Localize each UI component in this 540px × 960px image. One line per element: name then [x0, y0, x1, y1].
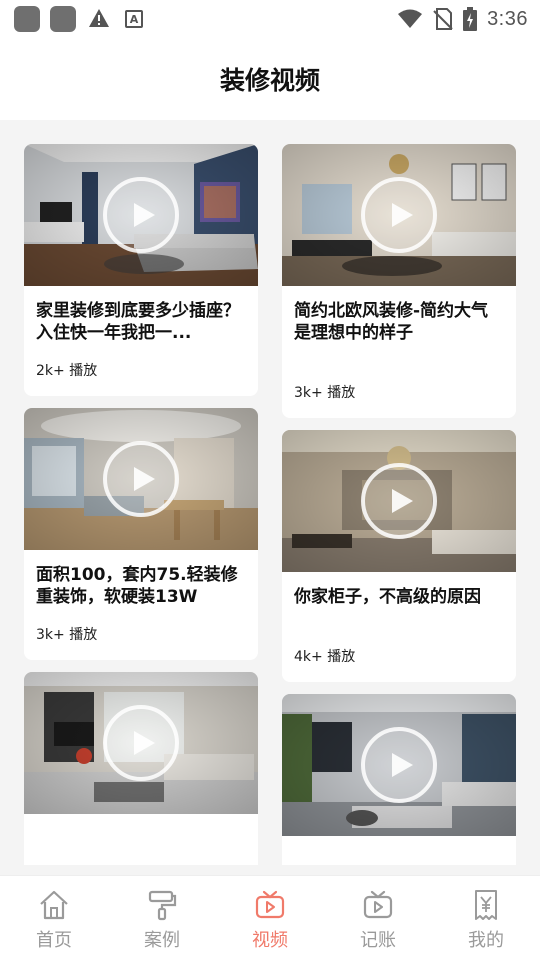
- video-card[interactable]: [24, 672, 258, 865]
- nav-label: 记账: [360, 930, 396, 951]
- notification-icon: [50, 6, 76, 32]
- nav-item-mine[interactable]: 我的: [432, 876, 540, 960]
- home-icon: [40, 890, 68, 920]
- play-icon[interactable]: [101, 703, 181, 783]
- wifi-icon: [398, 9, 423, 28]
- play-count: 4k+ 播放: [294, 649, 356, 665]
- video-card[interactable]: 简约北欧风装修-简约大气是理想中的样子 3k+ 播放: [282, 144, 516, 418]
- battery-charging-icon: [463, 7, 478, 31]
- video-card[interactable]: 面积100，套内75.轻装修重装饰，软硬装13W 3k+ 播放: [24, 408, 258, 660]
- nav-label: 视频: [252, 930, 288, 951]
- video-feed[interactable]: 家里装修到底要多少插座？入住快一年我把一... 2k+ 播放 面积100，套内7…: [0, 120, 540, 865]
- play-count: 3k+ 播放: [36, 627, 98, 643]
- nav-item-cases[interactable]: 案例: [108, 876, 216, 960]
- tv-play-icon: [363, 890, 393, 919]
- video-thumbnail[interactable]: [282, 430, 516, 572]
- status-bar: A 3:36: [0, 0, 540, 38]
- nav-label: 案例: [144, 930, 180, 951]
- video-thumbnail[interactable]: [24, 408, 258, 550]
- receipt-yen-icon: [475, 890, 497, 920]
- header: 装修视频: [0, 38, 540, 120]
- play-icon[interactable]: [359, 461, 439, 541]
- video-thumbnail[interactable]: [24, 672, 258, 814]
- video-title: [36, 828, 246, 865]
- video-thumbnail[interactable]: [282, 694, 516, 836]
- tv-play-icon: [255, 890, 285, 919]
- keyboard-icon: A: [125, 10, 143, 28]
- video-card[interactable]: 家里装修到底要多少插座？入住快一年我把一... 2k+ 播放: [24, 144, 258, 396]
- video-column-left: 家里装修到底要多少插座？入住快一年我把一... 2k+ 播放 面积100，套内7…: [24, 144, 258, 865]
- video-title: 你家柜子，不高级的原因: [294, 587, 481, 607]
- page-title: 装修视频: [219, 66, 320, 95]
- video-column-right: 简约北欧风装修-简约大气是理想中的样子 3k+ 播放 你家柜子，不高级的原因 4…: [282, 144, 516, 865]
- play-icon[interactable]: [101, 175, 181, 255]
- video-title: 简约北欧风装修-简约大气是理想中的样子: [294, 301, 489, 343]
- notification-icon: [14, 6, 40, 32]
- video-title: [294, 850, 504, 865]
- nav-label: 我的: [468, 930, 504, 951]
- clock: 3:36: [487, 7, 528, 30]
- nav-item-video[interactable]: 视频: [216, 876, 324, 960]
- paint-roller-icon: [148, 890, 177, 921]
- video-title: 家里装修到底要多少插座？入住快一年我把一...: [36, 301, 240, 343]
- no-sim-icon: [433, 8, 453, 30]
- nav-item-home[interactable]: 首页: [0, 876, 108, 960]
- bottom-nav: 首页 案例 视频 记账 我的: [0, 875, 540, 960]
- warning-icon: [89, 9, 109, 27]
- play-count: 3k+ 播放: [294, 385, 356, 401]
- play-icon[interactable]: [359, 725, 439, 805]
- play-icon[interactable]: [101, 439, 181, 519]
- video-title: 面积100，套内75.轻装修重装饰，软硬装13W: [36, 565, 238, 607]
- play-count: 2k+ 播放: [36, 363, 98, 379]
- video-card[interactable]: [282, 694, 516, 865]
- video-card[interactable]: 你家柜子，不高级的原因 4k+ 播放: [282, 430, 516, 682]
- video-thumbnail[interactable]: [24, 144, 258, 286]
- nav-item-accounting[interactable]: 记账: [324, 876, 432, 960]
- video-thumbnail[interactable]: [282, 144, 516, 286]
- nav-label: 首页: [36, 930, 72, 951]
- play-icon[interactable]: [359, 175, 439, 255]
